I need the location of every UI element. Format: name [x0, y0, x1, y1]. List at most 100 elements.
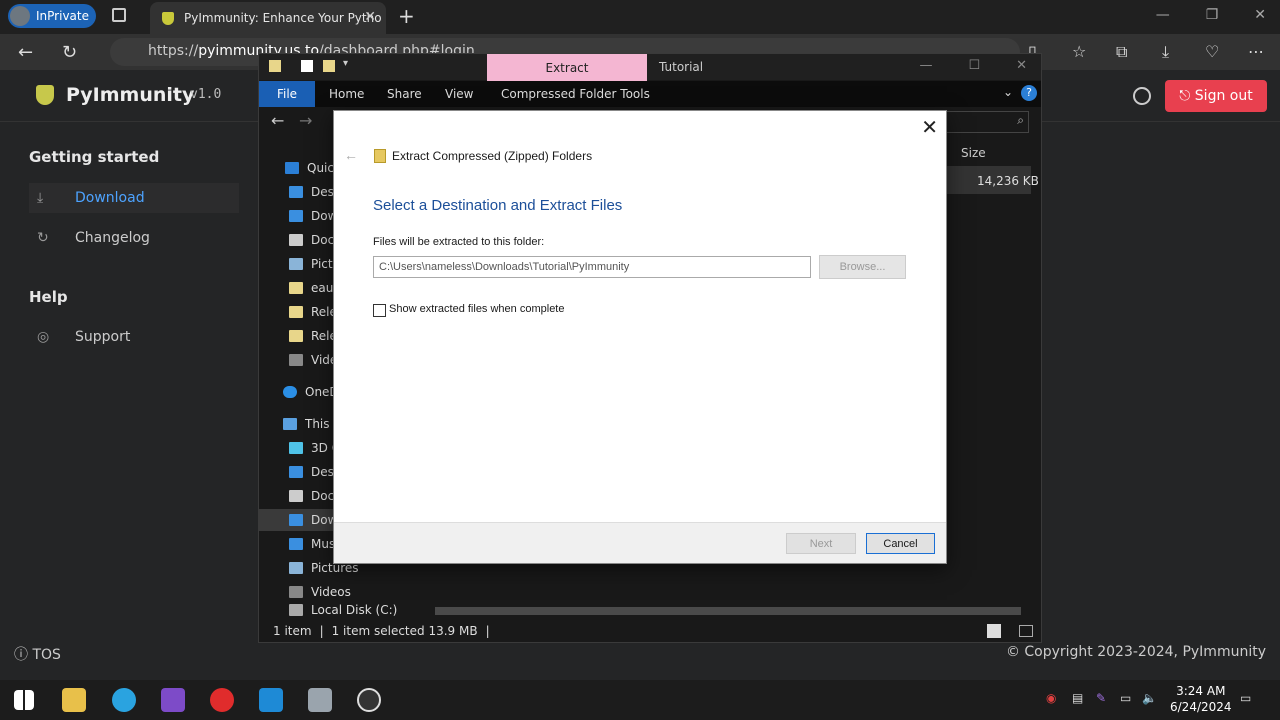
clock[interactable]: 3:24 AM 6/24/2024	[1170, 683, 1232, 715]
help-icon[interactable]: ?	[1021, 85, 1037, 101]
sidebar-item-download[interactable]: ⤓ Download	[29, 183, 239, 213]
status-divider: |	[485, 624, 490, 638]
tab-share[interactable]: Share	[387, 87, 422, 101]
nav-item-music[interactable]: Mus	[289, 533, 335, 555]
tab-view[interactable]: View	[445, 87, 473, 101]
search-input[interactable]: ⌕	[943, 111, 1029, 133]
inprivate-badge[interactable]: InPrivate	[8, 4, 96, 28]
minimize-icon[interactable]: —	[1156, 7, 1170, 23]
tab-extract-context[interactable]: Extract	[487, 54, 647, 82]
destination-label: Files will be extracted to this folder:	[373, 236, 545, 248]
visual-studio-app-icon[interactable]	[161, 688, 185, 712]
download-icon: ⤓	[37, 190, 44, 206]
close-window-icon[interactable]: ✕	[1016, 58, 1027, 73]
show-files-label[interactable]: Show extracted files when complete	[389, 303, 564, 315]
nav-item-videos[interactable]: Videos	[289, 581, 351, 603]
nav-item-label: Videos	[311, 585, 351, 599]
sign-out-button[interactable]: ⎋ Sign out	[1165, 80, 1267, 112]
volume-icon[interactable]: 🔈	[1142, 691, 1158, 707]
more-menu-icon[interactable]: ⋯	[1248, 42, 1264, 61]
browser-tab[interactable]: PyImmunity: Enhance Your Pytho ✕	[150, 2, 386, 34]
profile-avatar-icon	[10, 6, 30, 26]
tab-compressed-folder-tools[interactable]: Compressed Folder Tools	[501, 87, 650, 101]
minimize-icon[interactable]: —	[919, 58, 932, 73]
brand-name[interactable]: PyImmunity	[66, 84, 194, 106]
scrollbar-thumb[interactable]	[435, 607, 1021, 615]
quick-access-dropdown-icon[interactable]: ▾	[343, 58, 348, 69]
folder-icon	[289, 330, 303, 342]
new-folder-icon[interactable]	[323, 60, 335, 72]
horizontal-scrollbar[interactable]	[419, 604, 1039, 618]
sidebar-item-changelog[interactable]: ↻ Changelog	[29, 223, 239, 253]
nav-item-videos[interactable]: Vide	[289, 349, 337, 371]
nav-item-label: Mus	[311, 537, 336, 551]
file-size-cell: 14,236 KB	[977, 174, 1039, 188]
close-tab-icon[interactable]: ✕	[364, 9, 376, 25]
downloads-icon[interactable]: ⤓	[1162, 42, 1169, 62]
nav-item-downloads[interactable]: Dow	[289, 205, 337, 227]
cancel-button[interactable]: Cancel	[866, 533, 935, 554]
document-icon	[289, 234, 303, 246]
support-icon: ◎	[37, 329, 50, 345]
refresh-icon: ↻	[37, 230, 49, 246]
installer-app-icon[interactable]	[308, 688, 332, 712]
clock-time: 3:24 AM	[1176, 684, 1226, 698]
nav-item-documents[interactable]: Doc	[289, 229, 334, 251]
tos-link[interactable]: ⓘ TOS	[14, 644, 61, 664]
nav-item-folder[interactable]: Rele	[289, 301, 337, 323]
video-icon	[289, 586, 303, 598]
refresh-icon[interactable]: ↻	[62, 42, 77, 63]
close-window-icon[interactable]: ✕	[1254, 7, 1266, 23]
nav-item-onedrive[interactable]: OneD	[283, 381, 339, 403]
expand-ribbon-icon[interactable]: ⌄	[1003, 85, 1013, 99]
back-arrow-icon[interactable]: ←	[344, 147, 358, 163]
music-icon	[289, 538, 303, 550]
pen-tray-icon[interactable]: ✎	[1096, 691, 1112, 707]
nav-item-local-disk[interactable]: Local Disk (C:)	[289, 603, 397, 617]
nav-item-folder[interactable]: eaut	[289, 277, 338, 299]
obs-app-icon[interactable]	[357, 688, 381, 712]
start-icon[interactable]	[14, 690, 34, 710]
maximize-icon[interactable]: ❐	[1206, 7, 1219, 23]
column-header-size[interactable]: Size	[961, 146, 986, 160]
collections-icon[interactable]: ⧉	[1116, 42, 1127, 62]
back-icon[interactable]: ←	[271, 111, 284, 130]
browser-essentials-icon[interactable]: ♡	[1205, 42, 1219, 61]
vscode-app-icon[interactable]	[259, 688, 283, 712]
file-explorer-app-icon[interactable]	[62, 688, 86, 712]
nav-item-folder[interactable]: Rele	[289, 325, 337, 347]
new-tab-icon[interactable]: +	[398, 4, 415, 28]
large-icons-view-icon[interactable]	[1019, 625, 1033, 637]
nav-item-this-pc[interactable]: This P	[283, 413, 341, 435]
tab-actions-icon[interactable]	[112, 8, 126, 22]
media-player-app-icon[interactable]	[210, 688, 234, 712]
sidebar-item-support[interactable]: ◎ Support	[29, 322, 239, 352]
cloud-icon	[283, 386, 297, 398]
tab-file[interactable]: File	[259, 81, 315, 107]
forward-icon[interactable]: →	[299, 111, 312, 130]
details-view-icon[interactable]	[987, 624, 1001, 638]
computer-icon	[283, 418, 297, 430]
browse-button[interactable]: Browse...	[819, 255, 906, 279]
edge-app-icon[interactable]	[112, 688, 136, 712]
destination-path-input[interactable]: C:\Users\nameless\Downloads\Tutorial\PyI…	[373, 256, 811, 278]
tray-app-icon[interactable]: ▤	[1072, 691, 1088, 707]
extract-dialog: ✕ ← Extract Compressed (Zipped) Folders …	[333, 110, 947, 564]
tab-title: PyImmunity: Enhance Your Pytho	[184, 11, 382, 25]
close-icon[interactable]: ✕	[921, 115, 938, 140]
tab-home[interactable]: Home	[329, 87, 364, 101]
notifications-icon[interactable]: ▭	[1240, 691, 1256, 707]
dialog-footer: Next Cancel	[334, 522, 946, 563]
favorites-icon[interactable]: ☆	[1072, 42, 1086, 61]
security-tray-icon[interactable]: ◉	[1046, 691, 1062, 707]
user-icon[interactable]	[1133, 87, 1151, 105]
download-icon	[289, 514, 303, 526]
next-button[interactable]: Next	[786, 533, 856, 554]
taskbar: ◉ ▤ ✎ ▭ 🔈 3:24 AM 6/24/2024 ▭	[0, 680, 1280, 720]
explorer-status-bar: 1 item | 1 item selected 13.9 MB |	[259, 620, 1041, 642]
show-files-checkbox[interactable]	[373, 304, 386, 317]
network-icon[interactable]: ▭	[1120, 691, 1136, 707]
back-icon[interactable]: ←	[18, 42, 33, 63]
maximize-icon[interactable]: ☐	[968, 58, 980, 73]
properties-icon[interactable]	[301, 60, 313, 72]
